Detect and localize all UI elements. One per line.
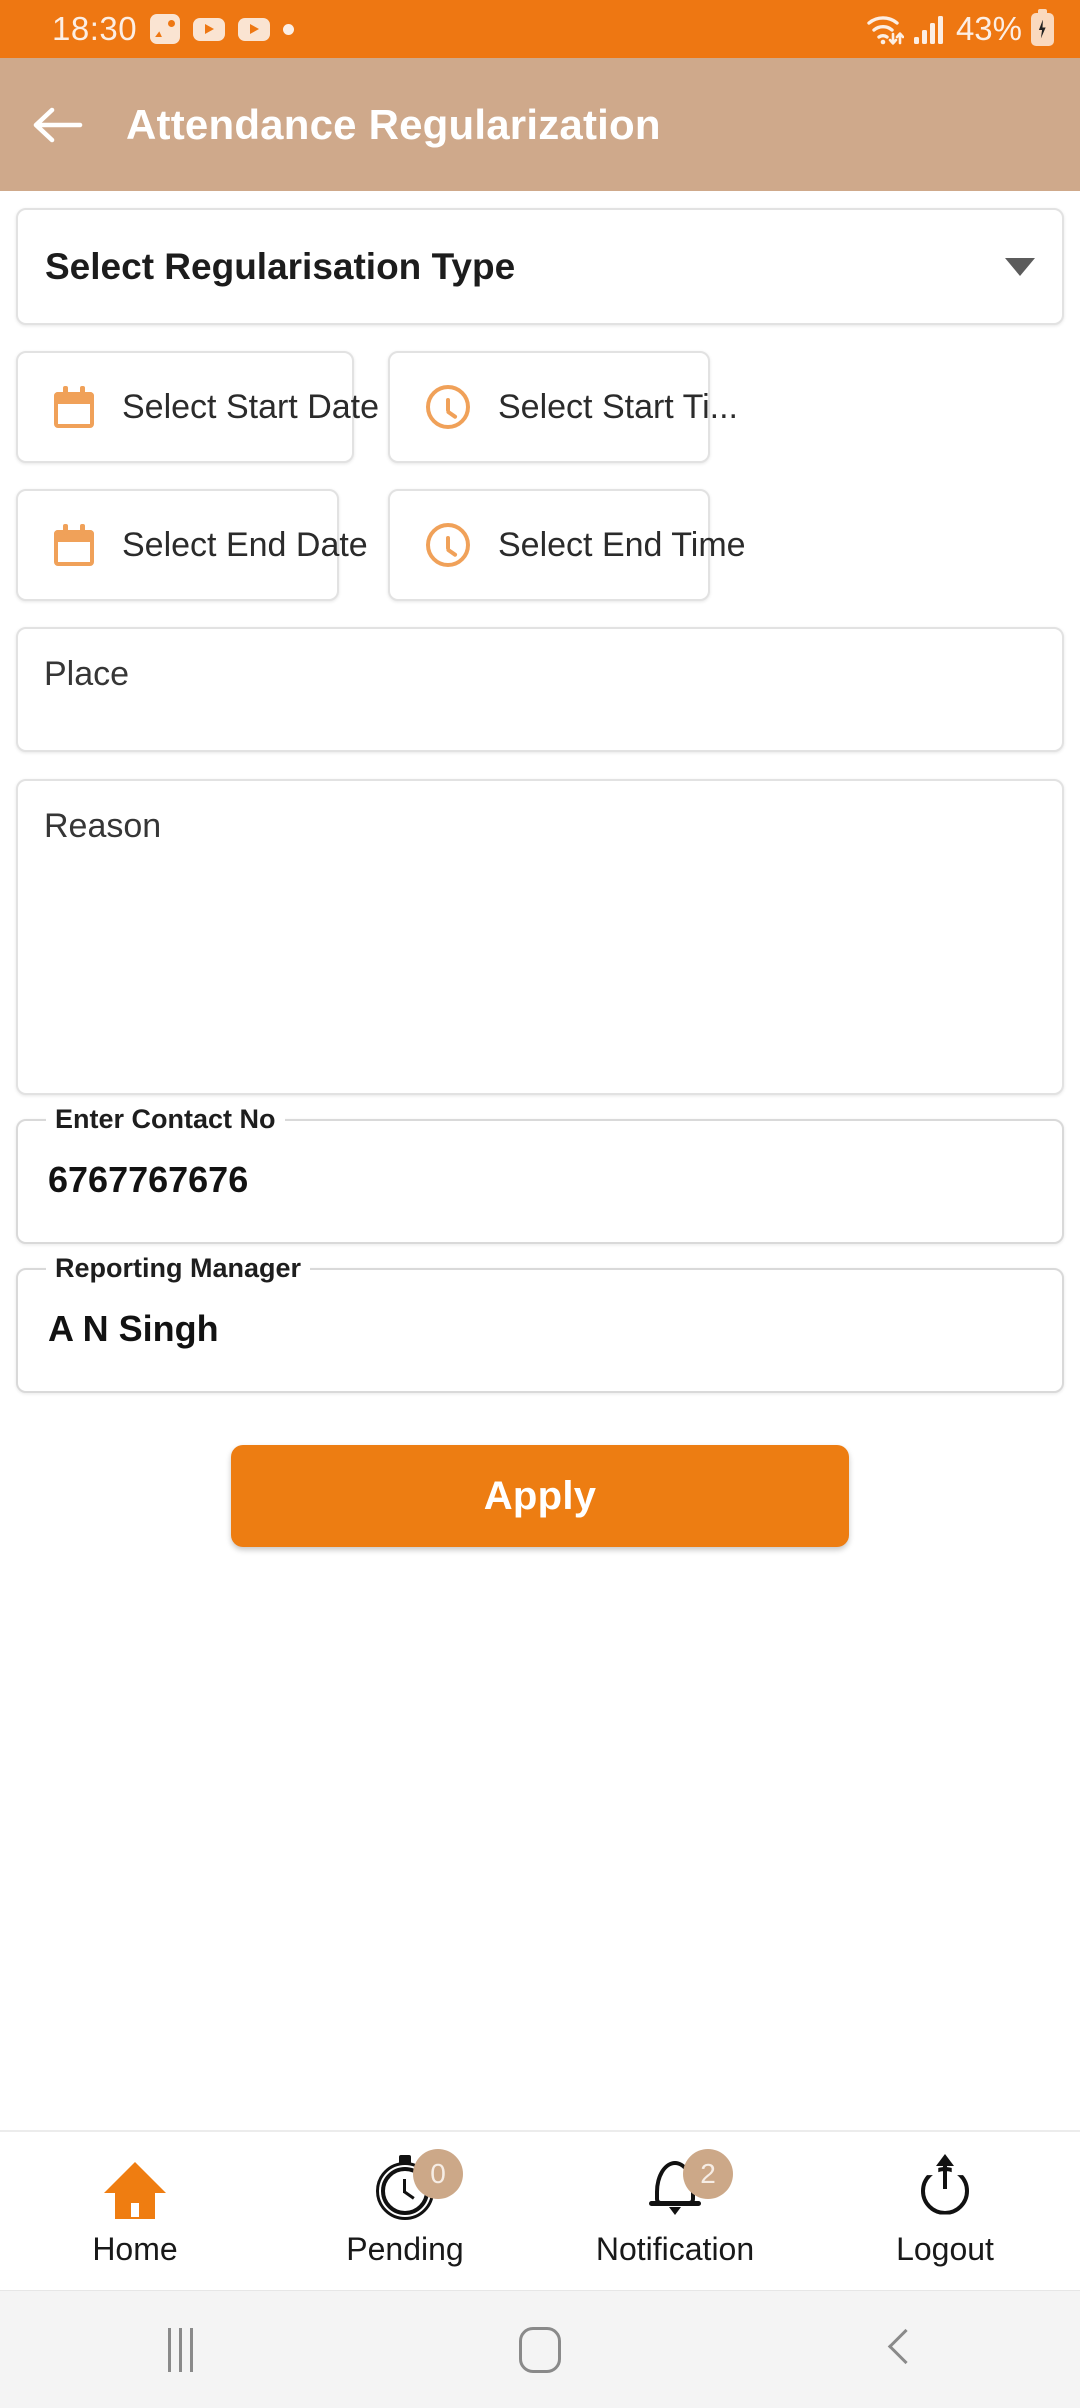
regularisation-type-select[interactable]: Select Regularisation Type <box>16 208 1064 325</box>
start-datetime-row: Select Start Date Select Start Ti... <box>16 351 1064 463</box>
app-screen: 18:30 43% Attendance Regularization Sele… <box>0 0 1080 2408</box>
select-start-date-button[interactable]: Select Start Date <box>16 351 379 463</box>
select-end-date-button[interactable]: Select End Date <box>16 489 368 601</box>
contact-no-value: 6767767676 <box>48 1159 249 1200</box>
nav-item-notification[interactable]: 2 Notification <box>540 2148 810 2268</box>
recents-icon <box>167 2327 193 2372</box>
form-content: Select Regularisation Type Select Start … <box>0 208 1080 1547</box>
clock-icon <box>426 385 470 429</box>
nav-item-home[interactable]: Home <box>0 2155 270 2268</box>
app-bar: Attendance Regularization <box>0 58 1080 191</box>
nav-label-logout: Logout <box>896 2230 994 2267</box>
start-time-label: Select Start Ti... <box>498 387 738 426</box>
status-bar-left: 18:30 <box>52 10 295 48</box>
nav-item-logout[interactable]: Logout <box>810 2153 1080 2268</box>
select-end-time-button[interactable]: Select End Time <box>388 489 746 601</box>
start-date-label: Select Start Date <box>122 387 380 426</box>
reporting-manager-field[interactable]: Reporting Manager A N Singh <box>16 1253 1064 1393</box>
contact-no-field[interactable]: Enter Contact No 6767767676 <box>16 1104 1064 1244</box>
status-bar-clock: 18:30 <box>52 10 138 47</box>
clock-icon <box>426 523 470 567</box>
row-spacer <box>339 489 388 601</box>
gallery-icon <box>150 14 181 44</box>
youtube-icon <box>193 17 226 41</box>
nav-label-home: Home <box>92 2230 178 2267</box>
arrow-left-icon <box>33 107 83 142</box>
chevron-down-icon <box>1005 257 1035 276</box>
bottom-navigation: Home 0 Pending 2 Notification Logout <box>0 2130 1080 2290</box>
select-start-time-button[interactable]: Select Start Ti... <box>388 351 738 463</box>
contact-no-label: Enter Contact No <box>46 1104 285 1135</box>
apply-button-row: Apply <box>16 1445 1064 1547</box>
wifi-icon <box>866 12 904 46</box>
nav-label-pending: Pending <box>346 2230 464 2267</box>
dot-icon <box>283 23 295 35</box>
apply-button[interactable]: Apply <box>231 1445 849 1547</box>
battery-charging-icon <box>1031 8 1054 46</box>
end-date-label: Select End Date <box>122 525 368 564</box>
reason-placeholder: Reason <box>44 807 162 845</box>
back-chevron-icon <box>887 2328 913 2372</box>
notification-badge: 2 <box>683 2148 733 2199</box>
bell-icon: 2 <box>637 2148 733 2217</box>
home-button[interactable] <box>360 2326 720 2373</box>
row-spacer <box>354 351 388 463</box>
end-datetime-row: Select End Date Select End Time <box>16 489 1064 601</box>
battery-percent-label: 43% <box>955 10 1022 47</box>
pending-badge: 0 <box>413 2148 463 2199</box>
calendar-icon <box>54 386 94 428</box>
nav-label-notification: Notification <box>595 2230 755 2267</box>
reason-textarea[interactable]: Reason <box>16 779 1064 1095</box>
back-button[interactable] <box>26 94 88 156</box>
status-bar: 18:30 43% <box>0 0 1080 58</box>
calendar-icon <box>54 524 94 566</box>
place-placeholder: Place <box>44 655 130 693</box>
android-system-nav <box>0 2290 1080 2408</box>
power-icon <box>907 2153 983 2217</box>
stopwatch-icon: 0 <box>367 2148 463 2220</box>
status-bar-right: 43% <box>866 8 1054 48</box>
back-button-system[interactable] <box>720 2328 1080 2372</box>
youtube-icon <box>238 17 271 41</box>
reporting-manager-label: Reporting Manager <box>46 1253 311 1284</box>
signal-icon <box>913 13 947 45</box>
home-pill-icon <box>519 2326 561 2373</box>
place-input[interactable]: Place <box>16 627 1064 752</box>
reporting-manager-value: A N Singh <box>48 1308 219 1349</box>
home-icon <box>97 2155 173 2219</box>
page-title: Attendance Regularization <box>126 100 661 148</box>
end-time-label: Select End Time <box>498 525 746 564</box>
nav-item-pending[interactable]: 0 Pending <box>270 2148 540 2268</box>
recents-button[interactable] <box>0 2327 360 2372</box>
regularisation-type-label: Select Regularisation Type <box>45 245 516 287</box>
